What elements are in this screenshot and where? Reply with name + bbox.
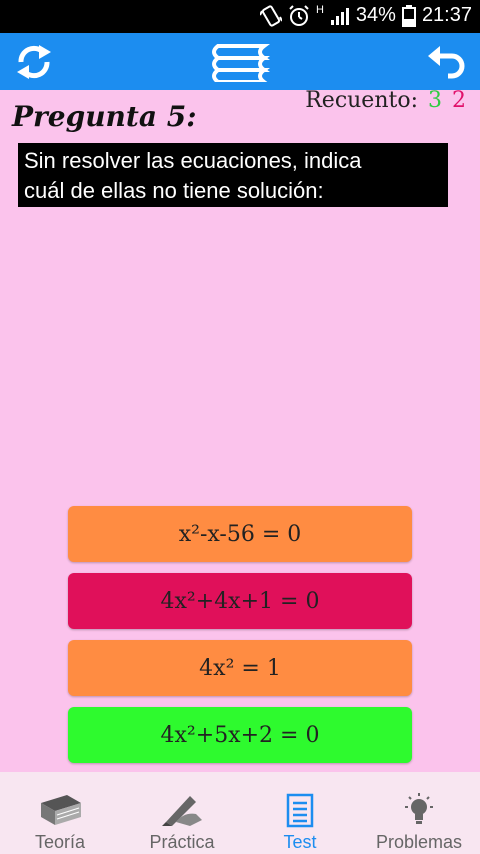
book-stack-icon (212, 44, 270, 82)
book-icon (41, 795, 81, 825)
question-text: Sin resolver las ecuaciones, indica cuál… (18, 143, 448, 207)
question-line-1: Sin resolver las ecuaciones, indica (24, 148, 362, 173)
nav-test-label: Test (283, 832, 317, 852)
nav-test[interactable]: Test (262, 772, 338, 854)
pencil-hand-icon (162, 796, 202, 826)
status-icons: H 34% 21:37 (259, 4, 472, 27)
back-button[interactable] (422, 39, 470, 85)
question-line-2: cuál de ellas no tiene solución: (24, 178, 324, 203)
answer-option-3[interactable]: 4x² = 1 (68, 640, 412, 696)
answer-option-4[interactable]: 4x²+5x+2 = 0 (68, 707, 412, 763)
answer-option-1[interactable]: x²-x-56 = 0 (68, 506, 412, 562)
back-arrow-icon (428, 46, 465, 79)
wrong-count: 2 (452, 88, 466, 113)
counter-label: Recuento: (305, 88, 418, 113)
network-type: H (315, 4, 324, 16)
correct-count: 3 (428, 88, 442, 113)
battery-percent: 34% (355, 4, 396, 26)
nav-problemas[interactable]: Problemas (366, 772, 472, 854)
refresh-button[interactable] (10, 39, 58, 85)
vibrate-icon (259, 4, 282, 27)
signal-icon (330, 7, 349, 25)
nav-problemas-label: Problemas (375, 832, 463, 852)
nav-teoria-label: Teoría (34, 832, 86, 852)
nav-practica[interactable]: Práctica (134, 772, 230, 854)
status-bar: H 34% 21:37 (0, 0, 480, 33)
alarm-icon (289, 4, 309, 26)
bottom-nav: Teoría Práctica Test Problemas (0, 772, 480, 854)
battery-icon (401, 4, 416, 27)
clock: 21:37 (421, 4, 472, 26)
lightbulb-icon (405, 793, 433, 824)
answer-option-2[interactable]: 4x²+4x+1 = 0 (68, 573, 412, 629)
nav-teoria[interactable]: Teoría (18, 772, 102, 854)
notepad-icon (286, 793, 314, 828)
book-stack-button[interactable] (208, 39, 272, 85)
refresh-icon (17, 45, 51, 79)
question-title: Pregunta 5: (12, 100, 197, 133)
app-bar (0, 33, 480, 90)
nav-practica-label: Práctica (149, 832, 215, 852)
score-counter: Recuento: 3 2 (305, 88, 466, 113)
